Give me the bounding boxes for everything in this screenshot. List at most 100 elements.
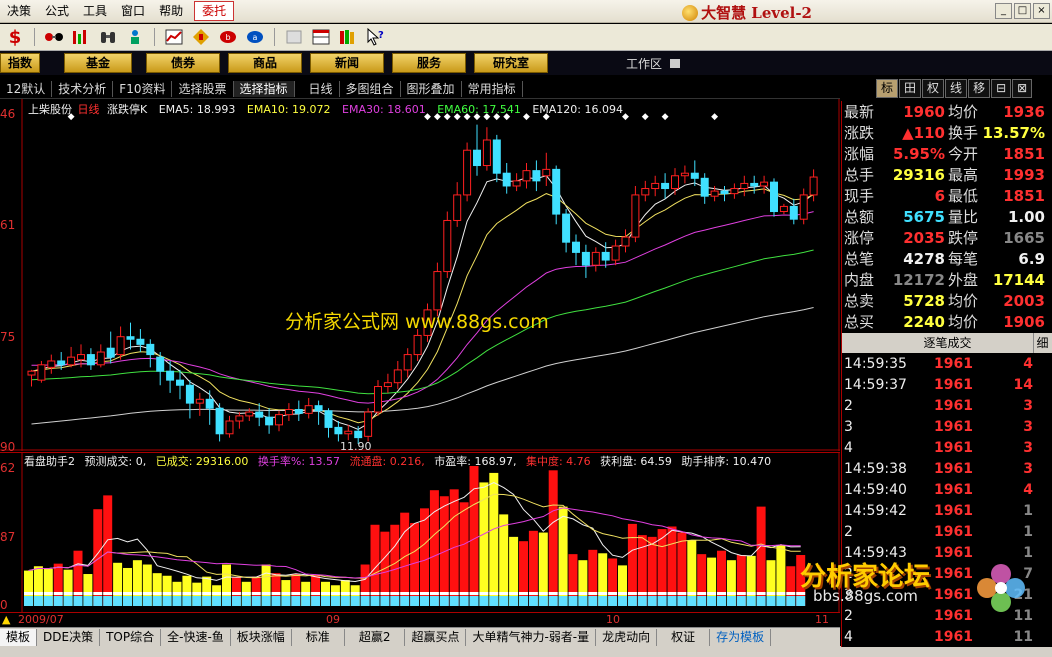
subtab-multi-chart[interactable]: 多图组合	[340, 80, 401, 97]
workarea-toggle[interactable]: 工作区	[626, 55, 681, 72]
quote-value: 1993	[1003, 166, 1045, 184]
volume-bar-stripe	[321, 592, 330, 595]
tick-time: 3	[844, 419, 853, 435]
help-pointer-icon[interactable]: ?	[364, 27, 386, 47]
nav-index[interactable]: 指数	[0, 53, 40, 73]
volume-info-line: 看盘助手2 预测成交: 0, 已成交: 29316.00 换手率%: 13.57…	[24, 453, 777, 469]
menu-decision[interactable]: 决策	[0, 0, 38, 22]
bars-icon[interactable]	[70, 27, 92, 47]
volume-bar-base	[548, 596, 558, 606]
rtab-window2[interactable]: ⊠	[1012, 79, 1033, 98]
volume-bar-base	[162, 596, 172, 606]
nav-service[interactable]: 服务	[392, 53, 466, 73]
menu-trade[interactable]: 委托	[194, 1, 235, 21]
close-button[interactable]: ×	[1033, 3, 1050, 19]
volume-bar-base	[142, 596, 152, 606]
volume-bar-stripe	[24, 592, 33, 595]
volume-chart[interactable]	[0, 452, 840, 612]
nav-news[interactable]: 新闻	[310, 53, 384, 73]
workarea-dropdown-icon	[670, 59, 681, 68]
subtab-technical[interactable]: 技术分析	[52, 80, 114, 97]
bid-icon[interactable]: b	[217, 27, 239, 47]
rtab-line[interactable]: 线	[945, 79, 968, 98]
volume-bar-stripe	[647, 592, 657, 595]
nav-commodity[interactable]: 商品	[228, 53, 302, 73]
menu-help[interactable]: 帮助	[152, 0, 190, 22]
volume-bar-base	[657, 596, 667, 606]
menu-tools[interactable]: 工具	[76, 0, 114, 22]
quote-label: 换手	[948, 124, 979, 142]
btab-sector[interactable]: 板块涨幅	[231, 628, 292, 646]
volume-bar-stripe	[479, 592, 489, 595]
diamond-icon[interactable]	[190, 27, 212, 47]
nav-bond[interactable]: 债券	[146, 53, 220, 73]
volume-bar-base	[271, 596, 281, 606]
btab-chaoying2[interactable]: 超赢2	[345, 628, 406, 646]
volume-bar-base	[291, 596, 301, 606]
candle-body	[205, 398, 214, 409]
volume-bar-base	[499, 596, 509, 606]
volume-bar-stripe	[360, 592, 370, 595]
candle-body	[67, 356, 76, 366]
btab-top[interactable]: TOP综合	[100, 628, 162, 646]
tick-price: 1961	[934, 524, 973, 540]
volume-bar-stripe	[627, 592, 637, 595]
candle-body	[512, 180, 521, 187]
rtab-move[interactable]: 移	[968, 79, 991, 98]
volume-bar-stripe	[172, 592, 182, 595]
tick-price: 1961	[934, 356, 973, 372]
rtab-grid[interactable]: 田	[899, 79, 922, 98]
binoculars-icon[interactable]	[97, 27, 119, 47]
btab-standard[interactable]: 标准	[292, 628, 345, 646]
subtab-daily[interactable]: 日线	[303, 80, 340, 97]
table-icon[interactable]	[310, 27, 332, 47]
vol-rank: 助手排序: 10.470	[681, 455, 772, 468]
tick-price: 1961	[934, 503, 973, 519]
subtab-select-stock[interactable]: 选择股票	[172, 80, 234, 97]
volume-bar-base	[717, 596, 726, 606]
candle-body	[195, 398, 204, 404]
btab-dde[interactable]: DDE决策	[37, 628, 101, 646]
subtab-overlay[interactable]: 图形叠加	[401, 80, 462, 97]
note-icon[interactable]	[283, 27, 305, 47]
candle-body	[304, 405, 313, 414]
rtab-rights[interactable]: 权	[922, 79, 945, 98]
dollar-icon[interactable]: $	[4, 27, 26, 48]
glasses-icon[interactable]	[43, 27, 65, 47]
quote-value: 12172	[892, 271, 945, 289]
rtab-quote[interactable]: 标	[876, 79, 899, 98]
btab-template[interactable]: 模板	[0, 628, 38, 646]
volume-bar-stripe	[43, 592, 53, 595]
nav-fund[interactable]: 基金	[64, 53, 132, 73]
btab-fast[interactable]: 全-快速-鱼	[161, 628, 231, 646]
volume-bar-base	[707, 596, 717, 606]
volume-bar-stripe	[707, 592, 717, 595]
subtab-f10[interactable]: F10资料	[113, 80, 173, 97]
tick-price: 1961	[934, 461, 973, 477]
chart-icon[interactable]	[163, 27, 185, 47]
tick-detail-button[interactable]: 细	[1033, 333, 1051, 353]
btab-big-order[interactable]: 大单精气神力-弱者-量	[466, 628, 597, 646]
quote-value: ▲110	[902, 124, 945, 142]
minimize-button[interactable]: _	[995, 3, 1012, 19]
maximize-button[interactable]: □	[1014, 3, 1031, 19]
subtab-common-indicators[interactable]: 常用指标	[462, 80, 523, 97]
rtab-window1[interactable]: ⊟	[991, 79, 1012, 98]
candle-body	[314, 405, 323, 412]
btab-save-template[interactable]: 存为模板	[710, 628, 772, 646]
subtab-select-indicator[interactable]: 选择指标	[233, 80, 295, 97]
kline-chart[interactable]: ◆ ◆ ◆ ◆ ◆ ◆ ◆ ◆ ◆ ◆ ◆ ◆ ◆ ◆ ◆ ◆	[0, 99, 840, 451]
btab-chaoying-buy[interactable]: 超赢买点	[405, 628, 467, 646]
subtab-default[interactable]: 12默认	[0, 80, 53, 97]
volume-bar-stripe	[667, 592, 677, 595]
menu-formula[interactable]: 公式	[38, 0, 76, 22]
books-icon[interactable]	[337, 27, 359, 47]
btab-warrant[interactable]: 权证	[657, 628, 711, 646]
tick-row: 14:59:37 1961 14	[842, 375, 1052, 396]
nav-research[interactable]: 研究室	[474, 53, 548, 73]
person-icon[interactable]	[124, 27, 146, 47]
ask-icon[interactable]: a	[244, 27, 266, 47]
menu-window[interactable]: 窗口	[114, 0, 152, 22]
volume-bar-stripe	[132, 592, 142, 595]
btab-dragon[interactable]: 龙虎动向	[596, 628, 658, 646]
